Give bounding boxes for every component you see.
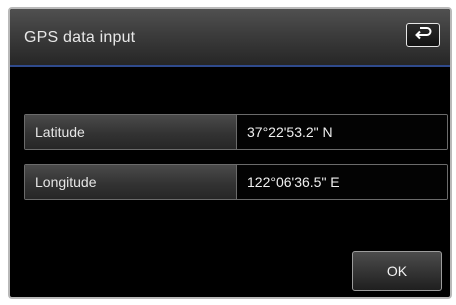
back-button[interactable] (406, 23, 440, 47)
longitude-label: Longitude (25, 165, 237, 199)
latitude-row[interactable]: Latitude 37°22'53.2" N (24, 114, 448, 150)
latitude-value[interactable]: 37°22'53.2" N (237, 115, 447, 149)
longitude-value[interactable]: 122°06'36.5" E (237, 165, 447, 199)
return-arrow-icon (414, 26, 432, 45)
longitude-row[interactable]: Longitude 122°06'36.5" E (24, 164, 448, 200)
dialog-title: GPS data input (24, 29, 136, 46)
gps-input-dialog: GPS data input Latitude 37°22'53.2" N Lo… (8, 7, 452, 299)
ok-button[interactable]: OK (352, 251, 442, 291)
latitude-label: Latitude (25, 115, 237, 149)
dialog-header: GPS data input (10, 9, 450, 67)
